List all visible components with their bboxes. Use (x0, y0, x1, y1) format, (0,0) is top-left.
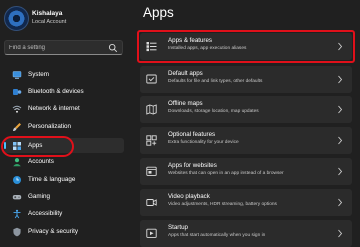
card-subtitle: Defaults for file and link types, other … (168, 79, 263, 84)
card-title: Default apps (168, 70, 203, 77)
card-subtitle: Installed apps, app execution aliases (168, 46, 247, 51)
sidebar-item-apps[interactable]: Apps (4, 138, 124, 153)
sidebar-item-label: Privacy & security (28, 228, 79, 235)
card-title: Offline maps (168, 100, 203, 107)
sidebar-item-label: Accessibility (28, 210, 63, 217)
card-subtitle: Apps that start automatically when you s… (168, 233, 266, 238)
chevron-right-icon (338, 198, 343, 207)
user-name: Kishalaya (32, 10, 63, 17)
settings-card-apps-features[interactable]: Apps & features Installed apps, app exec… (140, 33, 352, 60)
sidebar-item-gaming[interactable]: Gaming (4, 189, 124, 204)
web-app-icon (146, 166, 157, 176)
avatar[interactable] (4, 6, 29, 31)
card-subtitle: Downloads, storage location, map updates (168, 109, 259, 114)
startup-icon (146, 228, 157, 238)
settings-card-startup[interactable]: Startup Apps that start automatically wh… (140, 220, 352, 247)
sidebar: Kishalaya Local Account System Bluetooth… (0, 0, 128, 240)
chevron-right-icon (338, 105, 343, 114)
chevron-right-icon (338, 229, 343, 238)
card-title: Apps for websites (168, 162, 217, 169)
card-subtitle: Websites that can open in an app instead… (168, 171, 284, 176)
brush-icon (13, 122, 21, 131)
selection-indicator (4, 142, 6, 149)
clock-globe-icon (13, 175, 21, 184)
bluetooth-icon (13, 88, 22, 95)
card-title: Apps & features (168, 37, 213, 44)
gamepad-icon (12, 194, 22, 199)
wifi-icon (12, 105, 22, 113)
card-subtitle: Extra functionality for your device (168, 140, 239, 145)
sidebar-item-accounts[interactable]: Accounts (4, 154, 124, 169)
apps-list-icon (146, 42, 157, 52)
page-title: Apps (143, 5, 174, 20)
chevron-right-icon (338, 167, 343, 176)
sidebar-item-label: System (28, 71, 49, 78)
settings-card-video-playback[interactable]: Video playback Video adjustments, HDR st… (140, 189, 352, 216)
sidebar-item-label: Network & internet (28, 105, 80, 112)
monitor-icon (12, 70, 22, 79)
video-icon (146, 199, 157, 206)
settings-card-optional-features[interactable]: Optional features Extra functionality fo… (140, 127, 352, 154)
optional-features-icon (146, 135, 157, 146)
sidebar-item-accessibility[interactable]: Accessibility (4, 206, 124, 221)
person-icon (13, 157, 21, 166)
sidebar-item-privacy-security[interactable]: Privacy & security (4, 224, 124, 239)
sidebar-item-personalization[interactable]: Personalization (4, 119, 124, 134)
settings-card-offline-maps[interactable]: Offline maps Downloads, storage location… (140, 96, 352, 123)
sidebar-item-network[interactable]: Network & internet (4, 101, 124, 116)
account-type: Local Account (32, 19, 67, 25)
sidebar-item-label: Accounts (28, 158, 54, 165)
settings-card-default-apps[interactable]: Default apps Defaults for file and link … (140, 66, 352, 93)
search-input[interactable] (9, 42, 107, 53)
chevron-right-icon (338, 136, 343, 145)
card-subtitle: Video adjustments, HDR streaming, batter… (168, 202, 277, 207)
search-box[interactable] (4, 40, 123, 55)
shield-icon (13, 227, 21, 236)
sidebar-item-system[interactable]: System (4, 67, 124, 82)
map-icon (146, 104, 157, 115)
sidebar-item-label: Gaming (28, 193, 51, 200)
search-icon[interactable] (108, 43, 118, 53)
card-title: Optional features (168, 131, 216, 138)
sidebar-item-label: Time & language (28, 176, 76, 183)
default-apps-icon (146, 74, 157, 84)
sidebar-item-label: Apps (28, 142, 43, 149)
sidebar-item-bluetooth[interactable]: Bluetooth & devices (4, 84, 124, 99)
card-title: Video playback (168, 193, 210, 200)
sidebar-item-label: Bluetooth & devices (28, 88, 84, 95)
apps-icon (13, 141, 21, 150)
sidebar-item-label: Personalization (28, 123, 72, 130)
settings-card-apps-for-websites[interactable]: Apps for websites Websites that can open… (140, 158, 352, 185)
chevron-right-icon (338, 42, 343, 51)
chevron-right-icon (338, 75, 343, 84)
sidebar-item-time-language[interactable]: Time & language (4, 172, 124, 187)
accessibility-icon (13, 209, 21, 218)
card-title: Startup (168, 224, 188, 231)
